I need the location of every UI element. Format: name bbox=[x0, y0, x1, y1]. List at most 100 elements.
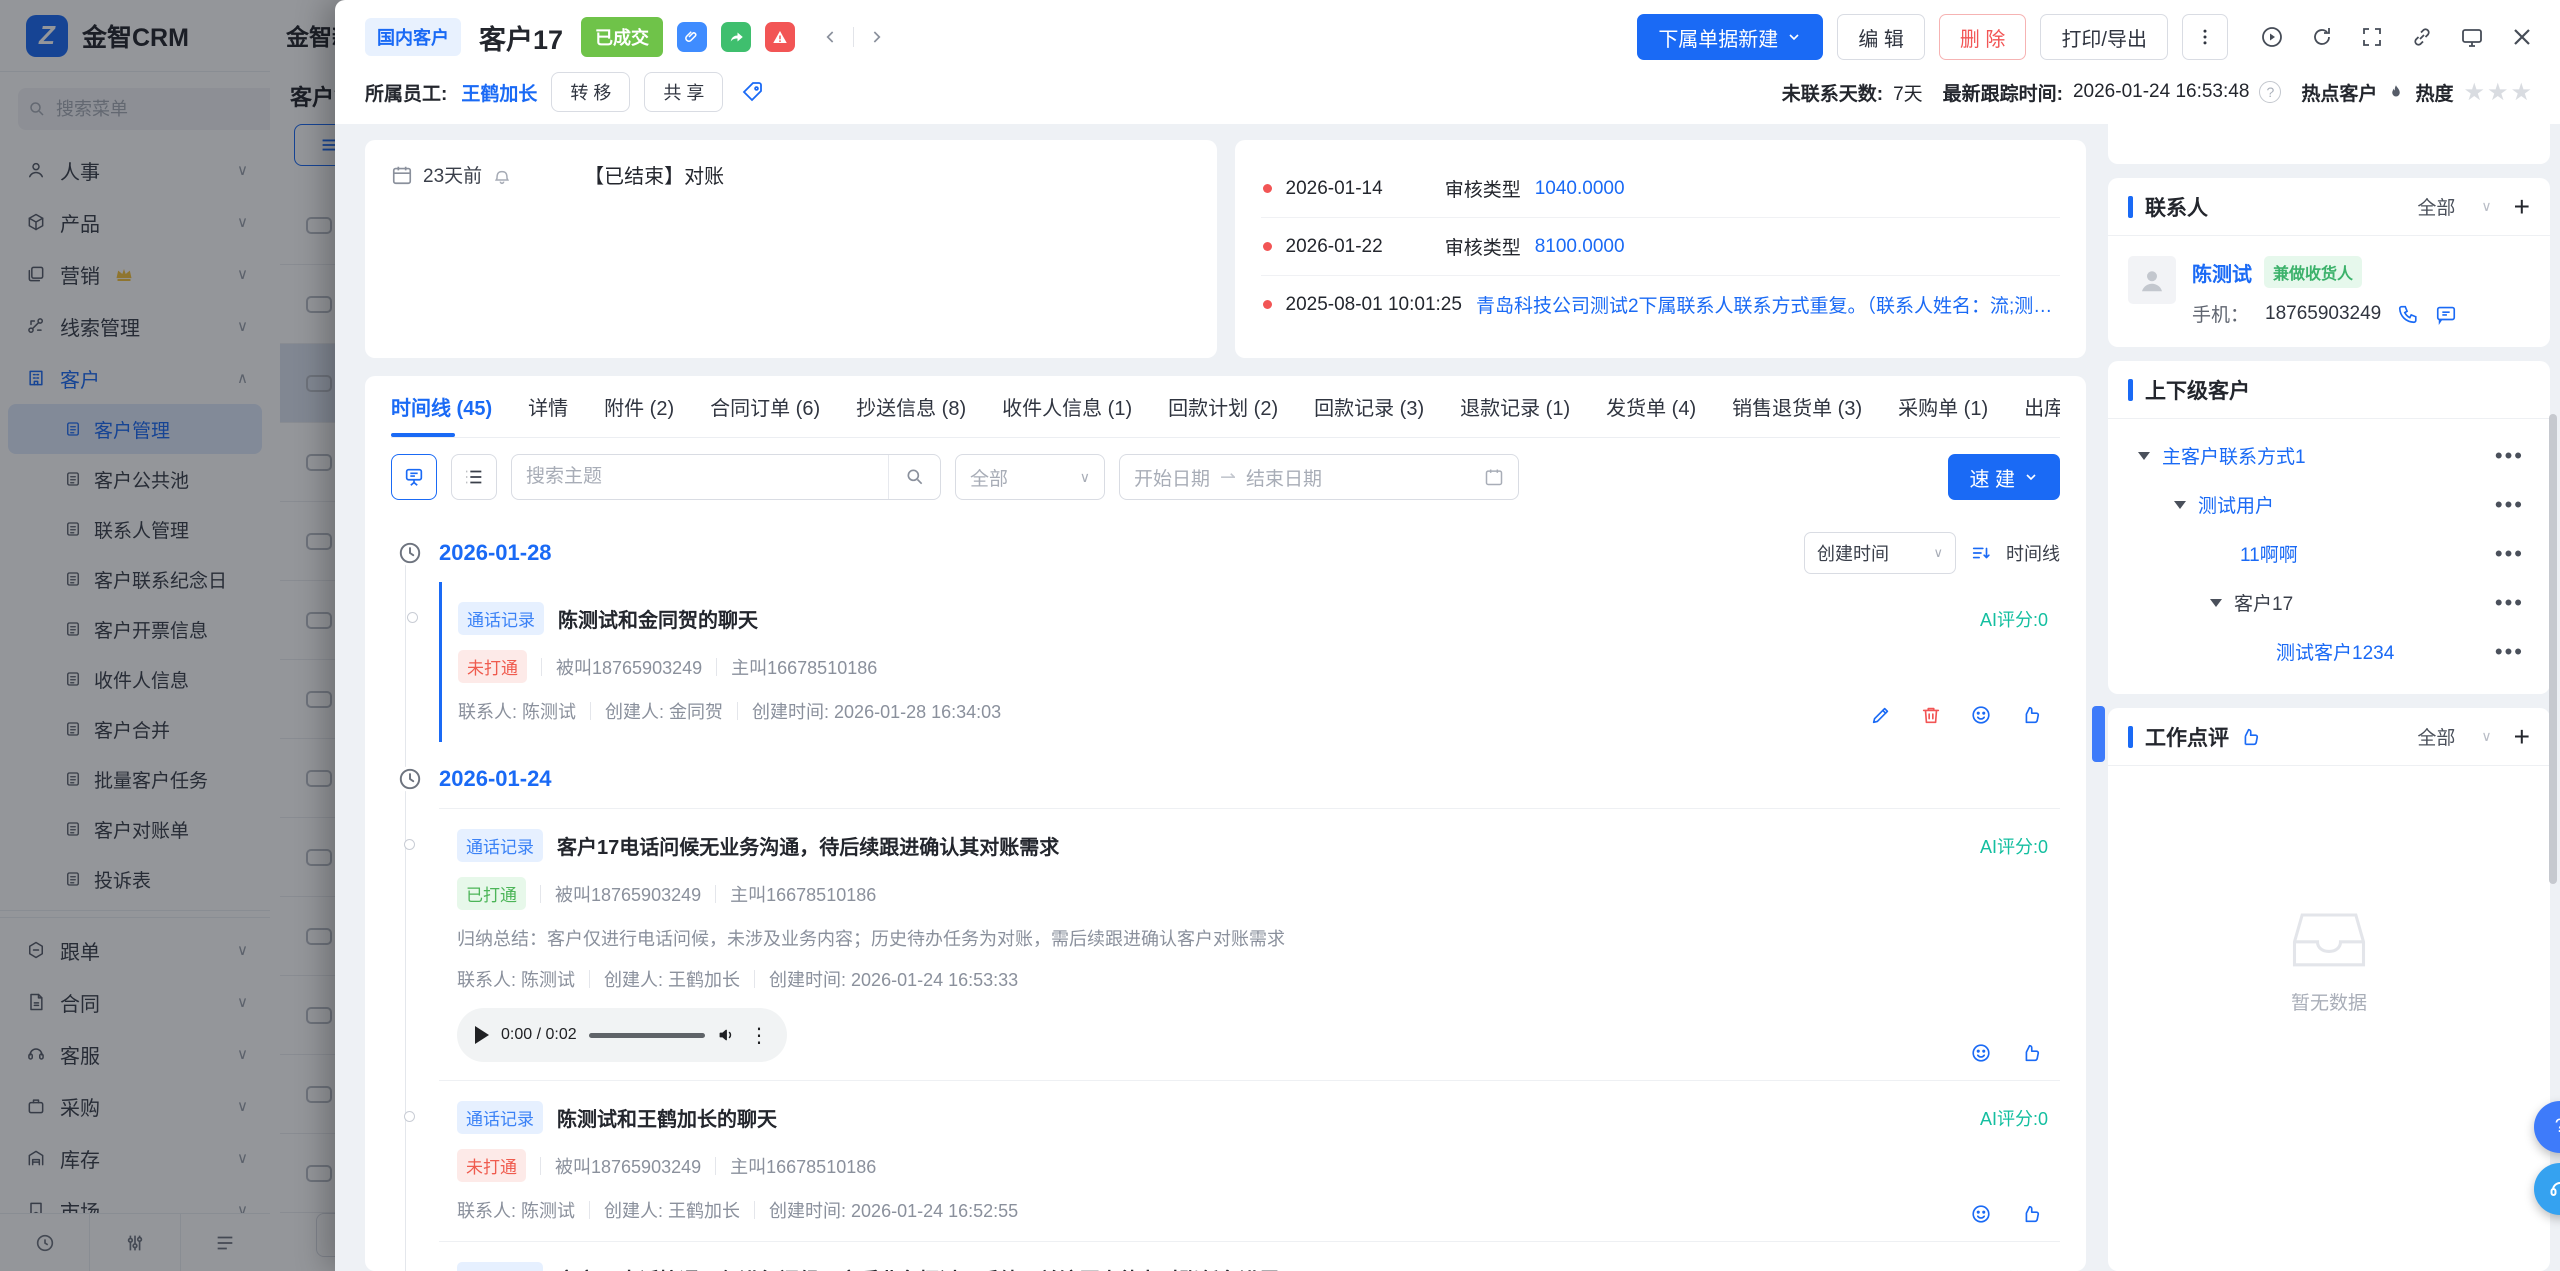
sort-field-select[interactable]: 创建时间∨ bbox=[1804, 532, 1956, 574]
reminder-title[interactable]: 【已结束】对账 bbox=[584, 160, 724, 189]
audio-time: 0:00 / 0:02 bbox=[501, 1026, 577, 1044]
play-circle-icon[interactable] bbox=[2260, 25, 2284, 49]
add-contact-button[interactable]: + bbox=[2514, 193, 2530, 221]
fullscreen-icon[interactable] bbox=[2360, 25, 2384, 49]
tab-label: 回款记录 (3) bbox=[1314, 392, 1424, 421]
volume-icon[interactable] bbox=[717, 1025, 737, 1045]
panel-collapse-handle[interactable] bbox=[2092, 706, 2105, 762]
type-filter-select[interactable]: 全部∨ bbox=[955, 454, 1105, 500]
record-type-badge: 通话记录 bbox=[457, 1101, 543, 1134]
tab-回款计划[interactable]: 回款计划 (2) bbox=[1168, 376, 1278, 437]
node-more-icon[interactable]: ••• bbox=[2495, 590, 2524, 616]
tree-node-11啊啊[interactable]: 11啊啊 ••• bbox=[2118, 529, 2540, 578]
tab-详情[interactable]: 详情 bbox=[528, 376, 568, 437]
caret-down-icon[interactable] bbox=[2174, 501, 2186, 509]
entry-title: 陈测试和金同贺的聊天 bbox=[558, 604, 1966, 633]
topic-search-input[interactable] bbox=[512, 466, 888, 488]
thumbs-up-icon[interactable] bbox=[2020, 1203, 2042, 1225]
contact-name-link[interactable]: 陈测试 bbox=[2192, 258, 2252, 287]
attachment-icon[interactable] bbox=[677, 22, 707, 52]
comment-smiley-icon[interactable] bbox=[1970, 704, 1992, 726]
tree-node-label[interactable]: 客户17 bbox=[2234, 589, 2293, 616]
tree-node-测试客户1234[interactable]: 测试客户1234 ••• bbox=[2118, 627, 2540, 676]
audio-menu-icon[interactable]: ⋮ bbox=[749, 1023, 769, 1048]
date-range-picker[interactable]: 开始日期 ⇀ 结束日期 bbox=[1119, 454, 1519, 500]
prev-record-icon[interactable] bbox=[815, 25, 847, 49]
tab-回款记录[interactable]: 回款记录 (3) bbox=[1314, 376, 1424, 437]
contacts-filter-select[interactable]: 全部∨ bbox=[2417, 193, 2491, 220]
scrollbar-thumb[interactable] bbox=[2549, 414, 2557, 884]
share-button[interactable]: 共 享 bbox=[644, 72, 723, 112]
tab-退款记录[interactable]: 退款记录 (1) bbox=[1460, 376, 1570, 437]
tab-时间线[interactable]: 时间线 (45) bbox=[391, 376, 492, 437]
tab-收件人信息[interactable]: 收件人信息 (1) bbox=[1002, 376, 1132, 437]
notice-link[interactable]: 1040.0000 bbox=[1535, 178, 1625, 200]
thumbs-up-icon[interactable] bbox=[2020, 1042, 2042, 1064]
warning-icon[interactable] bbox=[765, 22, 795, 52]
audio-progress[interactable] bbox=[589, 1033, 705, 1038]
next-record-icon[interactable] bbox=[860, 25, 892, 49]
notice-link[interactable]: 青岛科技公司测试2下属联系人联系方式重复。（联系人姓名：流;测试2;陈测试;，重… bbox=[1476, 291, 2058, 318]
caret-down-icon[interactable] bbox=[2138, 452, 2150, 460]
transfer-button[interactable]: 转 移 bbox=[551, 72, 630, 112]
delete-button[interactable]: 删 除 bbox=[1939, 14, 2027, 60]
reviews-filter-select[interactable]: 全部∨ bbox=[2417, 723, 2491, 750]
tab-抄送信息[interactable]: 抄送信息 (8) bbox=[856, 376, 966, 437]
play-icon[interactable] bbox=[475, 1026, 489, 1044]
board-view-button[interactable] bbox=[391, 454, 437, 500]
timeline-group-header: 2026-01-28创建时间∨时间线 bbox=[395, 530, 2060, 576]
tree-node-label[interactable]: 11啊啊 bbox=[2240, 540, 2298, 567]
call-icon[interactable] bbox=[2397, 303, 2419, 325]
share-forward-icon[interactable] bbox=[721, 22, 751, 52]
add-review-button[interactable]: + bbox=[2514, 723, 2530, 751]
list-view-button[interactable] bbox=[451, 454, 497, 500]
link-icon[interactable] bbox=[2410, 25, 2434, 49]
quick-create-button[interactable]: 速 建 bbox=[1948, 454, 2060, 500]
sms-icon[interactable] bbox=[2435, 303, 2457, 325]
search-icon[interactable] bbox=[888, 455, 940, 499]
tab-销售退货单[interactable]: 销售退货单 (3) bbox=[1732, 376, 1862, 437]
calendar-icon bbox=[1484, 467, 1504, 487]
tab-采购单[interactable]: 采购单 (1) bbox=[1898, 376, 1988, 437]
edit-icon[interactable] bbox=[1870, 704, 1892, 726]
create-subordinate-button[interactable]: 下属单据新建 bbox=[1637, 14, 1823, 60]
node-more-icon[interactable]: ••• bbox=[2495, 492, 2524, 518]
delete-icon[interactable] bbox=[1920, 704, 1942, 726]
tree-node-label[interactable]: 测试客户1234 bbox=[2276, 638, 2394, 665]
customer-type-badge: 国内客户 bbox=[365, 18, 461, 56]
sort-order-icon[interactable] bbox=[1970, 542, 1992, 564]
refresh-icon[interactable] bbox=[2310, 25, 2334, 49]
print-export-button[interactable]: 打印/导出 bbox=[2040, 14, 2168, 60]
audio-player[interactable]: 0:00 / 0:02 ⋮ bbox=[457, 1008, 787, 1062]
timeline-date: 2026-01-24 bbox=[439, 766, 552, 792]
comment-smiley-icon[interactable] bbox=[1970, 1203, 1992, 1225]
tree-node-label[interactable]: 主客户联系方式1 bbox=[2162, 442, 2306, 469]
tree-node-主客户联系方式1[interactable]: 主客户联系方式1 ••• bbox=[2118, 431, 2540, 480]
more-actions-button[interactable] bbox=[2182, 14, 2228, 60]
node-more-icon[interactable]: ••• bbox=[2495, 639, 2524, 665]
tag-icon[interactable] bbox=[741, 80, 765, 104]
owner-name-link[interactable]: 王鹤加长 bbox=[461, 79, 537, 106]
heat-stars[interactable]: ★★★ bbox=[2463, 78, 2534, 107]
tree-node-客户17[interactable]: 客户17 ••• bbox=[2118, 578, 2540, 627]
node-more-icon[interactable]: ••• bbox=[2495, 541, 2524, 567]
tab-附件[interactable]: 附件 (2) bbox=[604, 376, 674, 437]
tab-发货单[interactable]: 发货单 (4) bbox=[1606, 376, 1696, 437]
tab-label: 收件人信息 (1) bbox=[1002, 392, 1132, 421]
tree-node-测试用户[interactable]: 测试用户 ••• bbox=[2118, 480, 2540, 529]
caret-down-icon[interactable] bbox=[2210, 599, 2222, 607]
comment-smiley-icon[interactable] bbox=[1970, 1042, 1992, 1064]
thumbs-up-icon[interactable] bbox=[2020, 704, 2042, 726]
help-icon[interactable]: ? bbox=[2259, 81, 2281, 103]
notice-link[interactable]: 8100.0000 bbox=[1535, 236, 1625, 258]
alert-dot bbox=[1263, 242, 1272, 251]
last-track-value: 2026-01-24 16:53:48 bbox=[2073, 81, 2249, 103]
tree-node-label[interactable]: 测试用户 bbox=[2198, 491, 2274, 518]
tab-合同订单[interactable]: 合同订单 (6) bbox=[710, 376, 820, 437]
tab-出库单[interactable]: 出库单 (4) bbox=[2024, 376, 2060, 437]
node-more-icon[interactable]: ••• bbox=[2495, 443, 2524, 469]
edit-button[interactable]: 编 辑 bbox=[1837, 14, 1925, 60]
clock-icon bbox=[397, 766, 423, 792]
monitor-icon[interactable] bbox=[2460, 25, 2484, 49]
close-icon[interactable] bbox=[2510, 25, 2534, 49]
